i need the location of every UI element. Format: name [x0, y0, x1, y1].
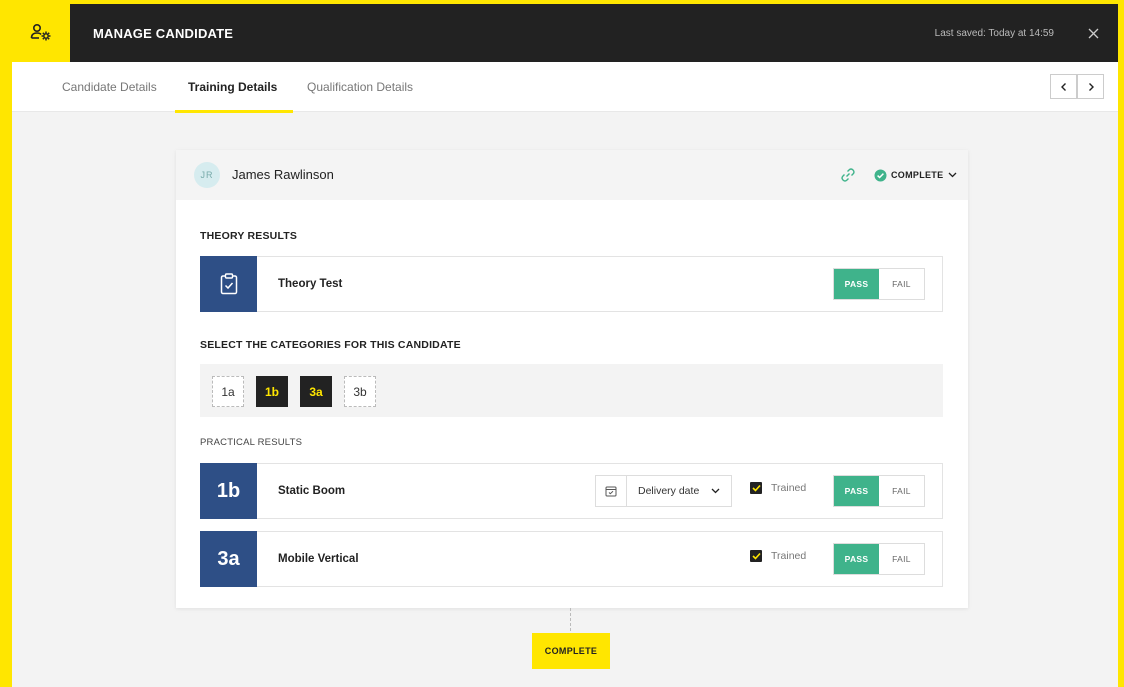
checkbox-checked-icon [750, 482, 762, 494]
fail-button[interactable]: FAIL [879, 476, 924, 506]
trained-checkbox[interactable]: Trained [750, 550, 806, 562]
practical-pass-fail-toggle: PASS FAIL [833, 475, 925, 507]
category-3a[interactable]: 3a [300, 376, 332, 407]
chevron-down-icon [711, 488, 720, 494]
connector-line [570, 608, 571, 636]
page-title: MANAGE CANDIDATE [93, 25, 234, 41]
chevron-right-icon [1088, 82, 1094, 91]
status-dropdown[interactable]: COMPLETE [874, 165, 957, 185]
check-circle-icon [874, 169, 887, 181]
manage-users-icon [12, 4, 70, 62]
theory-test-row: Theory Test PASS FAIL [200, 256, 943, 312]
pass-button[interactable]: PASS [834, 476, 879, 506]
practical-results-heading: PRACTICAL RESULTS [200, 437, 303, 448]
pass-button[interactable]: PASS [834, 544, 879, 574]
trained-checkbox[interactable]: Trained [750, 482, 806, 494]
tab-training-details[interactable]: Training Details [174, 62, 294, 113]
checkbox-checked-icon [750, 550, 762, 562]
chevron-down-icon [948, 172, 957, 178]
app-window: MANAGE CANDIDATE Last saved: Today at 14… [12, 4, 1118, 687]
practical-label: Static Boom [278, 485, 346, 497]
practical-label: Mobile Vertical [278, 553, 359, 565]
delivery-date-field[interactable]: Delivery date [595, 475, 732, 507]
category-1b[interactable]: 1b [256, 376, 288, 407]
status-badge: COMPLETE [891, 170, 944, 180]
top-bar: MANAGE CANDIDATE Last saved: Today at 14… [12, 4, 1118, 62]
practical-row-1b: 1b Static Boom Delivery date Trained PAS… [200, 463, 943, 519]
delivery-date-placeholder: Delivery date [638, 485, 700, 497]
prev-button[interactable] [1050, 74, 1077, 99]
chevron-left-icon [1060, 82, 1066, 91]
candidate-name: James Rawlinson [232, 167, 334, 182]
practical-row-3a: 3a Mobile Vertical Trained PASS FAIL [200, 531, 943, 587]
close-icon[interactable] [1082, 22, 1104, 44]
candidate-header: JR James Rawlinson COMPLETE [176, 150, 968, 200]
avatar: JR [194, 162, 220, 188]
tab-bar: Candidate Details Training Details Quali… [12, 62, 1118, 113]
category-badge: 3a [200, 531, 257, 587]
fail-button[interactable]: FAIL [879, 269, 924, 299]
tab-qualification-details[interactable]: Qualification Details [307, 62, 413, 112]
theory-results-heading: THEORY RESULTS [200, 230, 298, 242]
last-saved-text: Last saved: Today at 14:59 [934, 27, 1054, 39]
complete-button[interactable]: COMPLETE [532, 633, 610, 669]
theory-pass-fail-toggle: PASS FAIL [833, 268, 925, 300]
calendar-icon [596, 476, 627, 506]
category-3b[interactable]: 3b [344, 376, 376, 407]
categories-heading: SELECT THE CATEGORIES FOR THIS CANDIDATE [200, 339, 461, 351]
pass-button[interactable]: PASS [834, 269, 879, 299]
next-button[interactable] [1077, 74, 1104, 99]
trained-label: Trained [771, 482, 807, 494]
trained-label: Trained [771, 550, 807, 562]
practical-pass-fail-toggle: PASS FAIL [833, 543, 925, 575]
link-icon[interactable] [838, 165, 858, 185]
category-1a[interactable]: 1a [212, 376, 244, 407]
clipboard-check-icon [200, 256, 257, 312]
category-selector: 1a 1b 3a 3b [200, 364, 943, 417]
category-badge: 1b [200, 463, 257, 519]
theory-test-label: Theory Test [278, 278, 343, 290]
candidate-card: JR James Rawlinson COMPLETE THEORY RESUL… [176, 150, 968, 608]
fail-button[interactable]: FAIL [879, 544, 924, 574]
tab-candidate-details[interactable]: Candidate Details [62, 62, 157, 112]
